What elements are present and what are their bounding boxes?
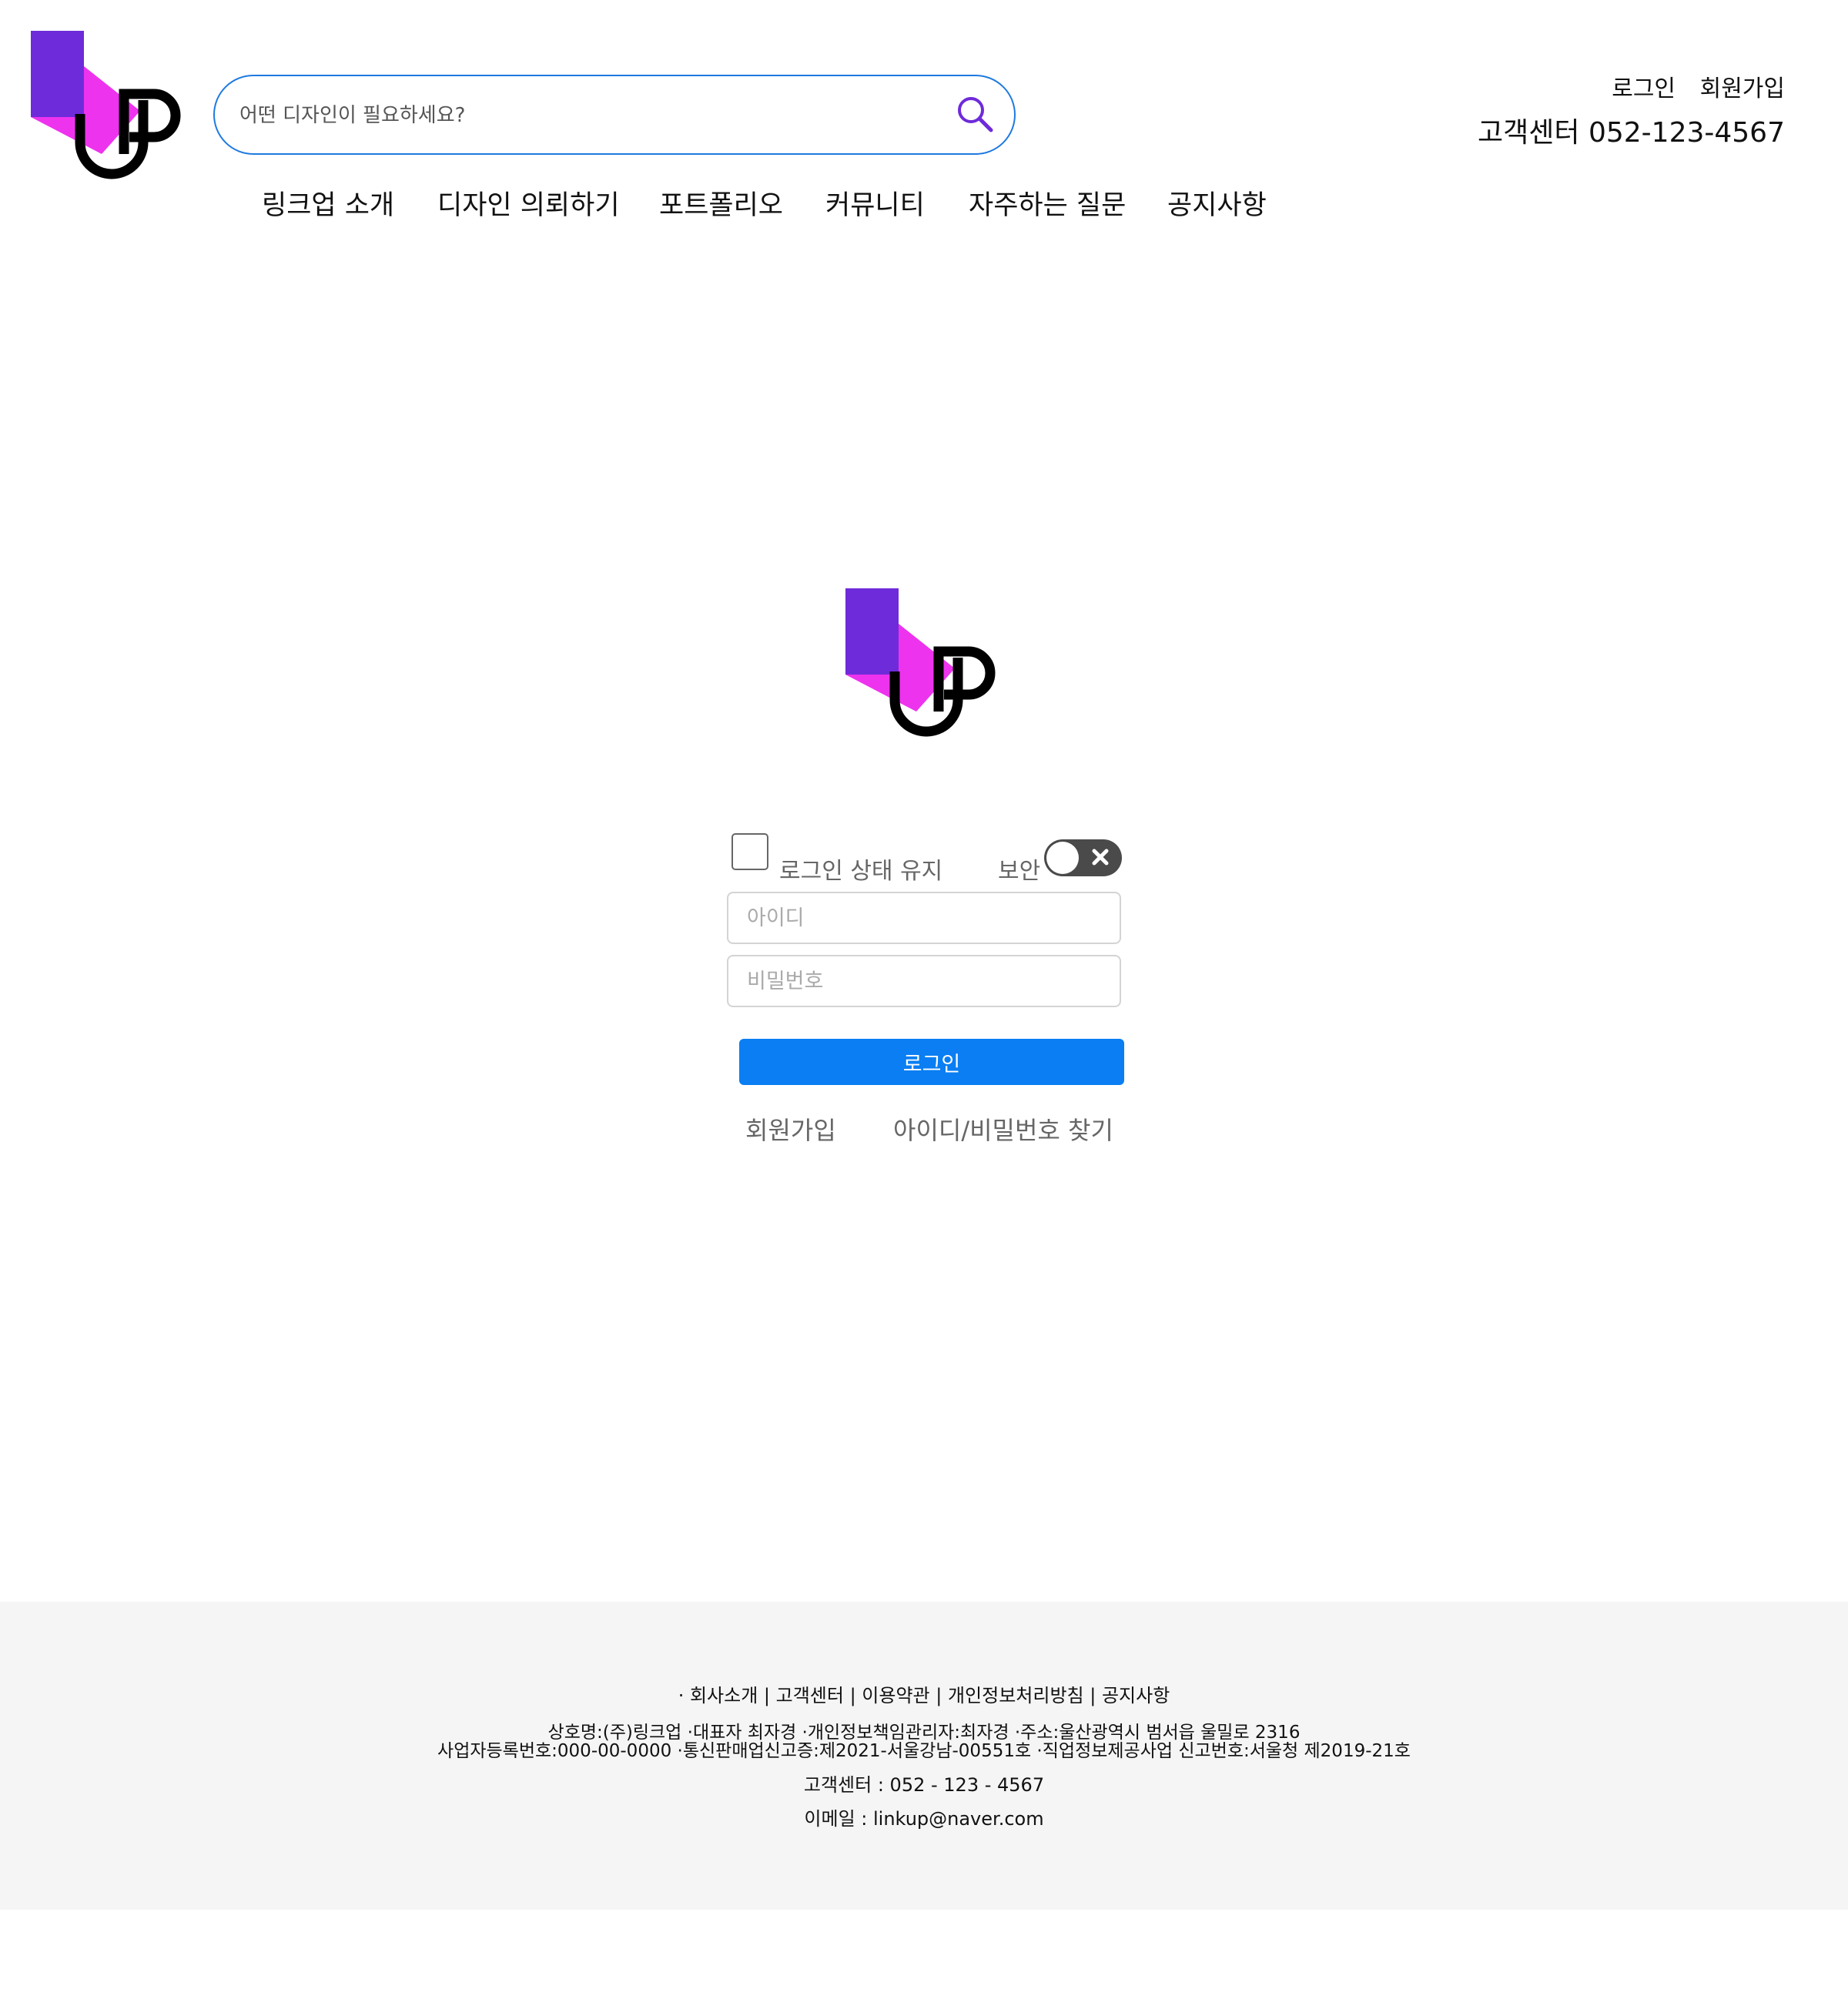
nav-item-faq[interactable]: 자주하는 질문 (969, 183, 1167, 226)
nav-item-community[interactable]: 커뮤니티 (825, 183, 969, 226)
logo-icon (31, 31, 181, 179)
footer-link-notice[interactable]: 공지사항 (1102, 1685, 1170, 1706)
footer-phone: 고객센터 : 052 - 123 - 4567 (803, 1774, 1045, 1796)
footer-link-company[interactable]: · 회사소개 (678, 1685, 758, 1706)
footer-email: 이메일 : linkup@naver.com (804, 1808, 1044, 1830)
secure-toggle[interactable] (1044, 839, 1122, 876)
nav-item-about[interactable]: 링크업 소개 (262, 183, 437, 226)
footer-links: · 회사소개 | 고객센터 | 이용약관 | 개인정보처리방침 | 공지사항 (678, 1685, 1170, 1706)
search-icon[interactable] (952, 92, 999, 138)
password-input[interactable] (727, 955, 1121, 1007)
footer-link-terms[interactable]: 이용약관 (862, 1685, 929, 1706)
linkup-logo[interactable] (31, 31, 186, 186)
customer-center-phone: 고객센터 052-123-4567 (1478, 117, 1785, 149)
header-signup-link[interactable]: 회원가입 (1700, 75, 1785, 102)
login-button[interactable]: 로그인 (739, 1039, 1124, 1085)
nav-item-notice[interactable]: 공지사항 (1167, 183, 1267, 226)
search-input[interactable] (238, 93, 919, 138)
keep-login-label: 로그인 상태 유지 (779, 858, 943, 885)
logo-icon (845, 588, 996, 737)
main-navigation: 링크업 소개 디자인 의뢰하기 포트폴리오 커뮤니티 자주하는 질문 공지사항 (262, 183, 1267, 226)
toggle-knob (1046, 842, 1079, 874)
signup-link[interactable]: 회원가입 (745, 1111, 836, 1147)
close-icon (1092, 849, 1109, 866)
footer: · 회사소개 | 고객센터 | 이용약관 | 개인정보처리방침 | 공지사항 상… (0, 1602, 1848, 1910)
id-input[interactable] (727, 892, 1121, 944)
secure-label: 보안 (998, 858, 1041, 885)
company-info-line2: 사업자등록번호:000-00-0000 ·통신판매업신고증:제2021-서울강남… (437, 1741, 1411, 1761)
header-login-link[interactable]: 로그인 (1612, 75, 1676, 102)
footer-link-customer-center[interactable]: 고객센터 (776, 1685, 844, 1706)
nav-item-design-request[interactable]: 디자인 의뢰하기 (437, 183, 659, 226)
find-account-link[interactable]: 아이디/비밀번호 찾기 (893, 1111, 1113, 1147)
search-bar (213, 75, 1016, 155)
linkup-logo-large (845, 588, 1001, 744)
footer-link-privacy[interactable]: 개인정보처리방침 (948, 1685, 1084, 1706)
account-links: 로그인 회원가입 (1595, 69, 1785, 103)
keep-login-checkbox[interactable] (732, 833, 768, 870)
nav-item-portfolio[interactable]: 포트폴리오 (659, 183, 825, 226)
